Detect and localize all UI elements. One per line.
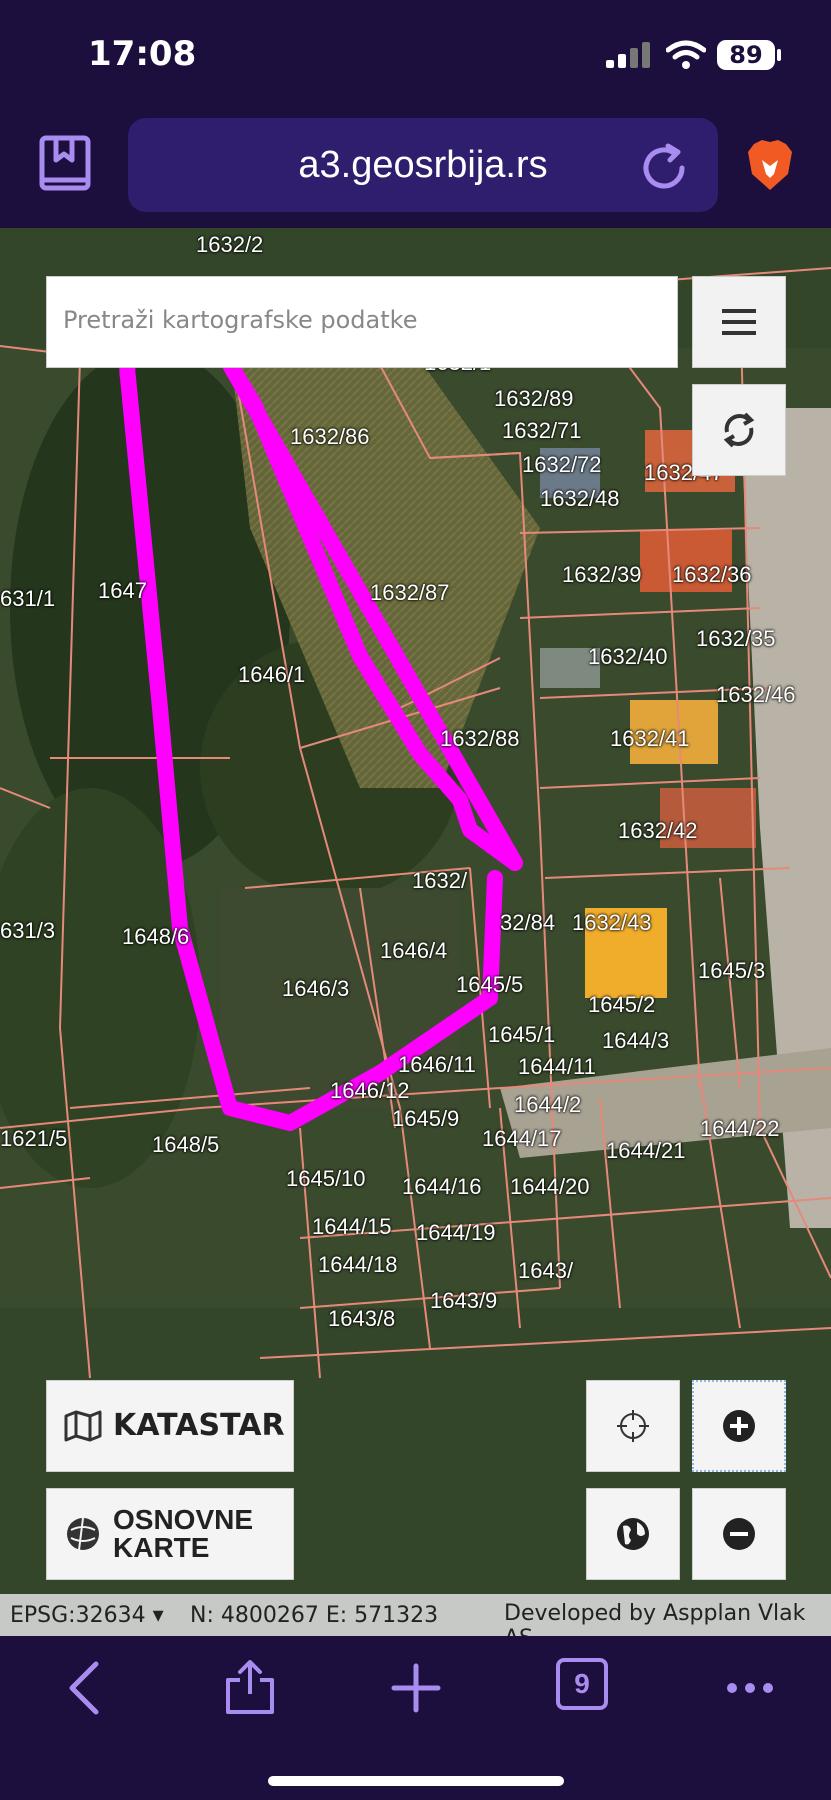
parcel-label: 1645/3 [698,958,766,983]
parcel-label: 1632/46 [716,682,796,707]
crosshair-icon [617,1410,649,1442]
parcel-label: 1648/6 [122,924,190,949]
url-text: a3.geosrbija.rs [298,144,548,186]
map-info-bar: EPSG:32634 ▾ N: 4800267 E: 571323 Develo… [0,1594,831,1636]
parcel-label: 1632/87 [370,580,450,605]
projection-select[interactable]: EPSG:32634 ▾ [10,1603,164,1628]
parcel-label: 1644/3 [602,1028,670,1053]
parcel-label: 1644/15 [312,1214,392,1239]
reload-icon[interactable] [638,142,690,194]
parcel-label: 1644/2 [514,1092,582,1117]
parcel-label: 32/84 [500,910,556,935]
developer-credit[interactable]: Developed by Aspplan Vlak AS [504,1601,831,1636]
parcel-label: 1632/71 [502,418,582,443]
globe-icon [617,1518,649,1550]
parcel-label: 1645/2 [588,992,656,1017]
parcel-label: 1644/19 [416,1220,496,1245]
parcel-label: 1632/41 [610,726,690,751]
parcel-label: 1632/2 [196,232,264,257]
brave-shield-icon[interactable] [746,138,794,192]
parcel-label: 1632/40 [588,644,668,669]
clock: 17:08 [88,34,197,74]
parcel-label: 1646/4 [380,938,448,963]
parcel-label: 1645/9 [392,1106,460,1131]
parcel-label: 1644/22 [700,1116,780,1141]
url-bar[interactable]: a3.geosrbija.rs [128,118,718,212]
parcel-label: 1643/8 [328,1306,396,1331]
globe-button[interactable] [586,1488,680,1580]
back-icon[interactable] [64,1660,104,1716]
sync-icon [723,412,755,448]
parcel-label: 1644/21 [606,1138,686,1163]
search-input[interactable] [61,305,665,335]
parcel-label: 1646/12 [330,1078,410,1103]
parcel-label: 1644/11 [518,1054,596,1079]
cellular-signal-icon [606,42,650,68]
parcel-label: 1643/9 [430,1288,498,1313]
base-maps-button[interactable]: OSNOVNE KARTE [46,1488,294,1580]
new-tab-icon[interactable] [390,1660,442,1716]
parcel-label: 631/3 [0,918,56,943]
globe-grid-icon [63,1516,103,1552]
parcel-label: 631/1 [0,586,56,611]
parcel-label: 1632/ [412,868,468,893]
zoom-out-button[interactable] [692,1488,786,1580]
menu-button[interactable] [692,276,786,368]
hamburger-menu-icon [722,309,756,335]
parcel-label: 1632/42 [618,818,698,843]
parcel-label: 1632/72 [522,452,602,477]
parcel-label: 1644/20 [510,1174,590,1199]
home-indicator [268,1776,564,1786]
refresh-map-button[interactable] [692,384,786,476]
parcel-label: 1645/10 [286,1166,366,1191]
base-maps-label: OSNOVNE KARTE [113,1506,253,1562]
browser-toolbar: a3.geosrbija.rs [0,110,831,228]
parcel-label: 1632/48 [540,486,620,511]
parcel-label: 1645/1 [488,1022,556,1047]
zoom-in-button[interactable] [692,1380,786,1472]
parcel-label: 1632/89 [494,386,574,411]
wifi-icon [666,40,706,69]
parcel-label: 1632/39 [562,562,642,587]
parcel-label: 1632/43 [572,910,652,935]
parcel-label: 1646/1 [238,662,306,687]
tabs-button[interactable]: 9 [556,1658,608,1710]
coordinates-readout: N: 4800267 E: 571323 [190,1603,439,1628]
browser-bottom-toolbar: 9 [0,1636,831,1800]
parcel-label: 1632/88 [440,726,520,751]
katastar-layer-button[interactable]: KATASTAR [46,1380,294,1472]
bookmarks-icon[interactable] [36,134,96,196]
parcel-label: 1646/3 [282,976,350,1001]
more-menu-icon[interactable] [724,1660,776,1716]
parcel-label: 1645/5 [456,972,524,997]
parcel-label: 1621/5 [0,1126,68,1151]
base-maps-label-line1: OSNOVNE [113,1504,254,1535]
status-bar: 17:08 89 [0,0,831,110]
minus-circle-icon [723,1518,755,1550]
parcel-label: 1632/86 [290,424,370,449]
battery-icon: 89 [717,40,775,70]
parcel-label: 1644/16 [402,1174,482,1199]
locate-button[interactable] [586,1380,680,1472]
base-maps-label-line2: KARTE [113,1532,210,1563]
map-icon [63,1410,103,1442]
parcel-label: 1647 [98,578,147,603]
parcel-label: 1646/11 [398,1052,476,1077]
parcel-label: 1644/17 [482,1126,562,1151]
parcel-label: 1643/ [518,1258,574,1283]
map-view[interactable]: 1632/2 1632/70 1632/1 1632/89 1632/86 16… [0,228,831,1636]
parcel-label: 1648/5 [152,1132,220,1157]
share-icon[interactable] [224,1660,276,1716]
parcel-label: 1632/36 [672,562,752,587]
parcel-label: 1632/35 [696,626,776,651]
map-search-box[interactable] [46,276,678,368]
katastar-label: KATASTAR [113,1408,285,1443]
battery-nub [777,49,781,61]
parcel-label: 1644/18 [318,1252,398,1277]
plus-circle-icon [723,1410,755,1442]
